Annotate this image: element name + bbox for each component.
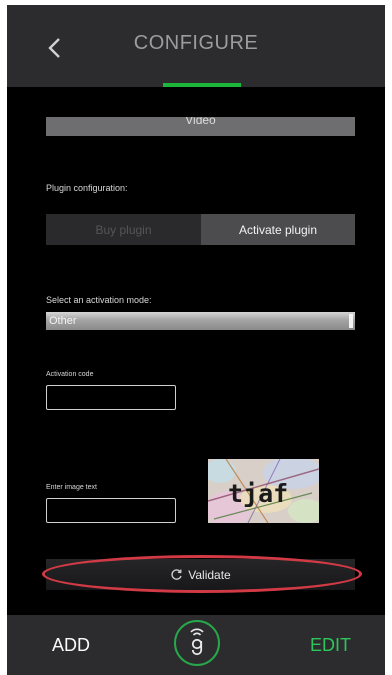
app-screen: CONFIGURE Video Plugin configuration: Bu…: [7, 5, 385, 675]
bottom-bar: ADD EDIT: [7, 615, 385, 675]
top-bar: CONFIGURE: [7, 5, 385, 87]
image-text-label: Enter image text: [46, 484, 97, 491]
captcha-image: tjaf: [208, 459, 319, 523]
page-title: CONFIGURE: [133, 32, 259, 54]
activation-mode-label: Select an activation mode:: [46, 295, 152, 305]
plugin-config-label: Plugin configuration:: [46, 183, 128, 193]
activation-mode-value: Other: [49, 315, 77, 327]
app-logo-icon[interactable]: [174, 620, 220, 666]
edit-button[interactable]: EDIT: [310, 635, 351, 656]
select-scroll-indicator: [349, 314, 353, 328]
refresh-icon: [170, 568, 183, 581]
video-label: Video: [185, 117, 216, 127]
activation-code-field[interactable]: [46, 385, 176, 410]
activation-code-label: Activation code: [46, 371, 94, 378]
image-text-field[interactable]: [46, 498, 176, 523]
configure-form: Video Plugin configuration: Buy plugin A…: [7, 87, 385, 615]
captcha-text: tjaf: [228, 479, 288, 508]
add-button[interactable]: ADD: [52, 635, 122, 656]
buy-plugin-button[interactable]: Buy plugin: [46, 214, 201, 245]
validate-button[interactable]: Validate: [46, 559, 355, 590]
video-row[interactable]: Video: [46, 117, 355, 136]
plugin-mode-segmented-control: Buy plugin Activate plugin: [46, 214, 355, 245]
activation-mode-select[interactable]: Other: [46, 312, 355, 330]
activate-plugin-button[interactable]: Activate plugin: [201, 214, 355, 245]
validate-label: Validate: [188, 567, 231, 582]
